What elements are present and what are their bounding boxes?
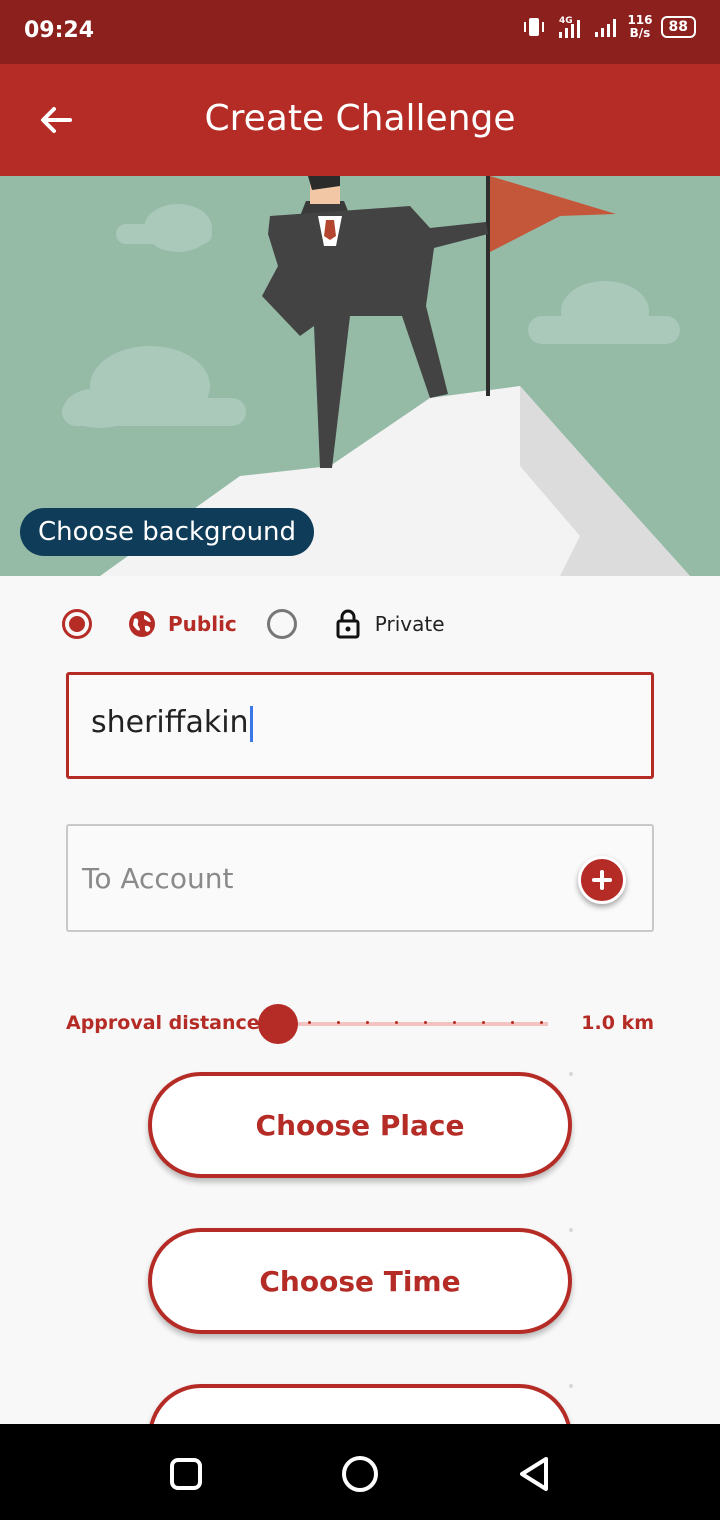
slider-tick: [308, 1021, 311, 1024]
distance-slider-track[interactable]: [278, 1021, 548, 1026]
plus-icon: [592, 870, 612, 890]
slider-tick: [424, 1021, 427, 1024]
public-radio[interactable]: [62, 609, 92, 639]
slider-tick: [453, 1021, 456, 1024]
signal-icon: [595, 19, 617, 37]
circle-icon: [342, 1456, 378, 1492]
approval-distance-value: 1.0 km: [581, 1012, 654, 1034]
speed-unit: B/s: [629, 26, 651, 40]
public-label: Public: [168, 612, 237, 636]
private-radio[interactable]: [266, 609, 297, 639]
system-navigation-bar: [0, 1424, 720, 1520]
slider-tick: [337, 1021, 340, 1024]
battery-indicator: 88: [660, 16, 696, 38]
triangle-back-icon: [520, 1457, 548, 1491]
decoration-dot: [569, 1384, 573, 1388]
title-input-value: sheriffakin: [91, 705, 249, 740]
status-time: 09:24: [24, 18, 95, 43]
network-speed: 116 B/s: [627, 14, 652, 40]
svg-text:4G: 4G: [559, 16, 573, 26]
square-icon: [170, 1458, 202, 1490]
privacy-selector: Public Private: [62, 604, 445, 644]
choose-place-button[interactable]: Choose Place: [148, 1072, 572, 1178]
decoration-dot: [569, 1228, 573, 1232]
status-icons: 4G 116 B/s 88: [521, 14, 696, 40]
slider-tick: [511, 1021, 514, 1024]
vibrate-icon: [524, 18, 545, 36]
page-title: Create Challenge: [204, 98, 516, 139]
add-account-button[interactable]: [578, 856, 626, 904]
radio-selected-dot: [69, 616, 85, 632]
to-account-input[interactable]: To Account: [66, 824, 654, 932]
to-account-placeholder: To Account: [82, 862, 234, 895]
lock-icon: [336, 609, 360, 639]
slider-tick: [395, 1021, 398, 1024]
text-cursor: [249, 705, 253, 742]
private-label: Private: [374, 612, 445, 636]
slider-tick: [366, 1021, 369, 1024]
challenge-background-image: Choose background: [0, 176, 720, 576]
back-nav-button[interactable]: [512, 1452, 556, 1496]
approval-distance-label: Approval distance: [66, 1012, 260, 1034]
recents-button[interactable]: [164, 1452, 208, 1496]
home-button[interactable]: [338, 1452, 382, 1496]
globe-icon: [129, 611, 155, 637]
slider-tick: [482, 1021, 485, 1024]
distance-slider-thumb[interactable]: [258, 1004, 298, 1044]
signal-4g-icon: 4G: [559, 16, 581, 38]
challenge-title-input[interactable]: sheriffakin: [66, 672, 654, 779]
app-bar: Create Challenge: [0, 64, 720, 176]
status-bar: 09:24 4G 116 B/s 88: [0, 0, 720, 64]
choose-time-button[interactable]: Choose Time: [148, 1228, 572, 1334]
decoration-dot: [569, 1072, 573, 1076]
slider-tick: [540, 1021, 543, 1024]
approval-distance-row: Approval distance 1.0 km: [66, 1004, 654, 1044]
choose-background-button[interactable]: Choose background: [20, 508, 315, 556]
